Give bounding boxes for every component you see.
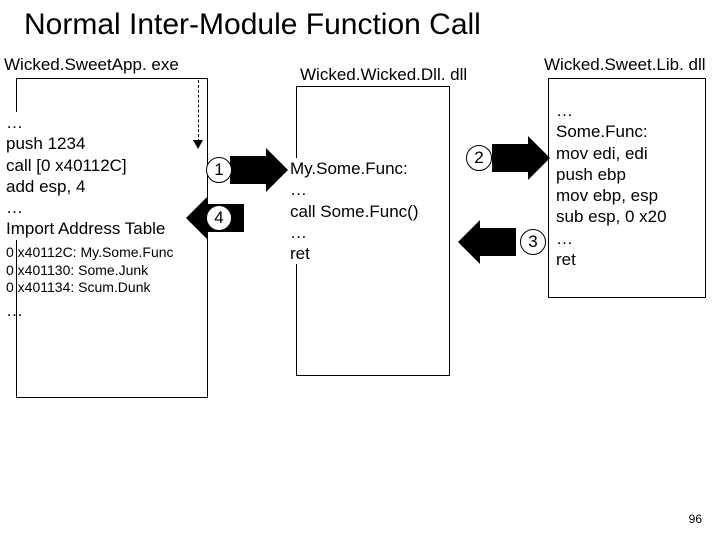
code-dll-body: My.Some.Func: … call Some.Func() … ret xyxy=(290,158,418,264)
code-app-tail: … xyxy=(6,300,23,321)
step-2: 2 xyxy=(466,145,492,171)
dashed-arrowhead-icon xyxy=(193,140,203,149)
code-app-main: … push 1234 call [0 x40112C] add esp, 4 … xyxy=(6,112,165,240)
step-4: 4 xyxy=(206,205,232,231)
module-label-dll: Wicked.Wicked.Dll. dll xyxy=(300,65,467,85)
slide-title: Normal Inter-Module Function Call xyxy=(0,0,720,42)
step-3: 3 xyxy=(520,229,546,255)
step-1: 1 xyxy=(206,157,232,183)
dashed-connector xyxy=(198,80,199,142)
module-label-app: Wicked.SweetApp. exe xyxy=(4,55,179,75)
code-app-iat: 0 x40112C: My.Some.Func 0 x401130: Some.… xyxy=(6,244,174,297)
module-label-lib: Wicked.Sweet.Lib. dll xyxy=(544,55,706,75)
code-lib-body: … Some.Func: mov edi, edi push ebp mov e… xyxy=(556,100,667,270)
slide-number: 96 xyxy=(689,512,702,526)
